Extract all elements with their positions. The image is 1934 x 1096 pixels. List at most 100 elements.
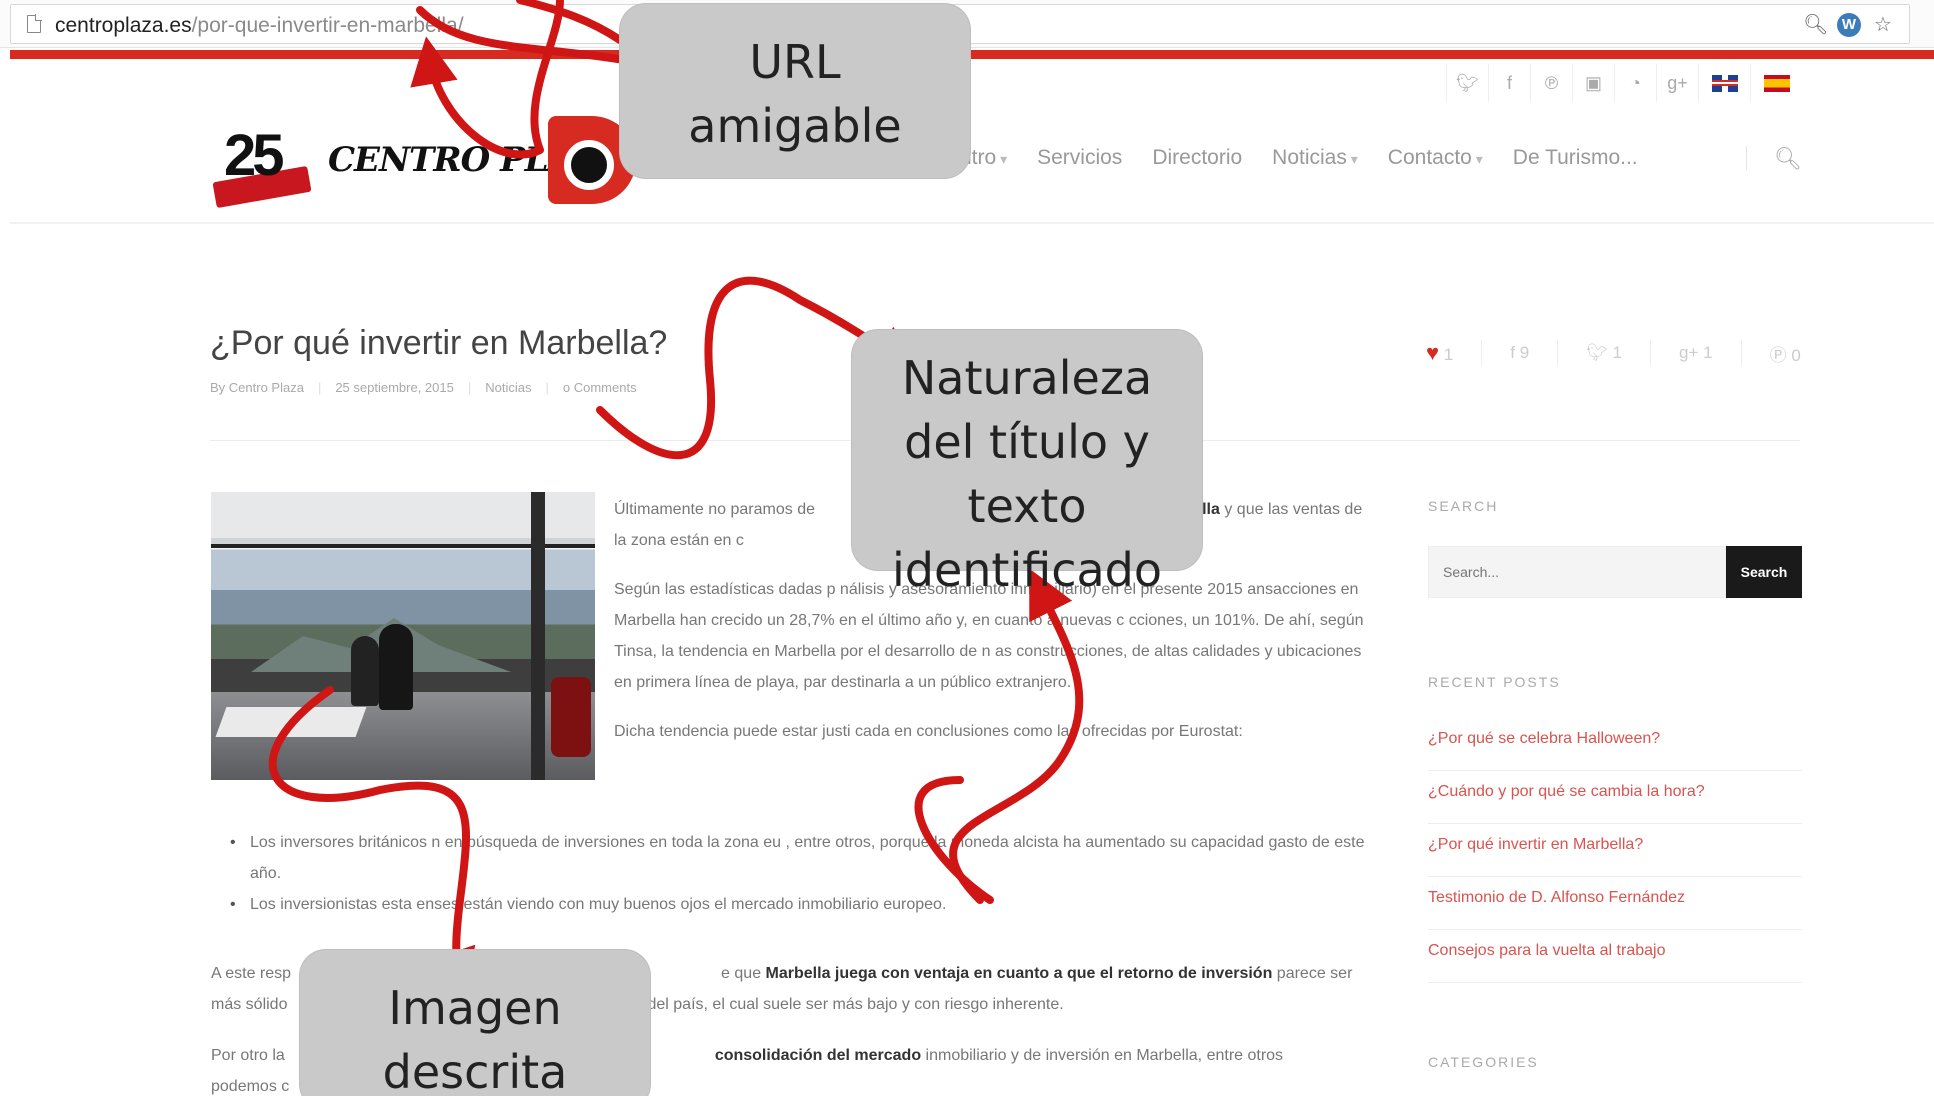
paragraph: Dicha tendencia puede estar justi cada e… bbox=[614, 723, 1243, 740]
categories-title: CATEGORIES bbox=[1428, 1054, 1539, 1070]
text: Últimamente no paramos de bbox=[614, 501, 815, 518]
callout-line: amigable bbox=[688, 99, 902, 153]
post-category[interactable]: Noticias bbox=[485, 380, 531, 395]
text: Por otro la bbox=[211, 1047, 285, 1064]
callout-line: Naturaleza bbox=[901, 351, 1153, 405]
twitter-icon: 🐦︎ bbox=[1586, 343, 1608, 362]
callout-line: URL bbox=[749, 35, 841, 89]
nav-separator bbox=[1746, 146, 1747, 170]
pinterest-count: 0 bbox=[1791, 345, 1801, 365]
image-person bbox=[351, 636, 379, 706]
share-bar: ♥ 1 f 9 🐦︎ 1 g+ 1 Ⓟ 0 bbox=[1426, 340, 1801, 366]
meta-separator: | bbox=[317, 380, 322, 395]
google-plus-count: 1 bbox=[1703, 343, 1713, 362]
nav-item-contacto[interactable]: Contacto bbox=[1388, 146, 1483, 170]
nav-item-directorio[interactable]: Directorio bbox=[1152, 146, 1242, 170]
recent-posts-list: ¿Por qué se celebra Halloween? ¿Cuándo y… bbox=[1428, 718, 1802, 983]
image-chair bbox=[551, 677, 591, 757]
text: del país, el cual suele ser más bajo y c… bbox=[647, 996, 1064, 1013]
bullet-list: Los inversores británicos n en búsqueda … bbox=[230, 827, 1370, 920]
uk-flag-button[interactable] bbox=[1698, 64, 1750, 102]
like-button[interactable]: ♥ 1 bbox=[1426, 340, 1453, 366]
callout-line: Imagen bbox=[388, 981, 562, 1035]
zoom-icon[interactable]: 🔍︎ bbox=[1803, 13, 1828, 37]
share-divider bbox=[1650, 340, 1651, 366]
spain-flag-icon bbox=[1763, 74, 1790, 92]
main-nav: ntro Servicios Directorio Noticias Conta… bbox=[960, 146, 1638, 170]
youtube-icon[interactable]: ▣ bbox=[1572, 64, 1614, 102]
image-table bbox=[215, 707, 367, 737]
meta-separator: | bbox=[467, 380, 472, 395]
post-comments[interactable]: o Comments bbox=[563, 380, 637, 395]
heart-icon: ♥ bbox=[1426, 340, 1440, 365]
recent-post-link[interactable]: ¿Cuándo y por qué se cambia la hora? bbox=[1428, 771, 1802, 824]
header-red-line bbox=[10, 50, 1934, 59]
pinterest-icon: Ⓟ bbox=[1769, 345, 1787, 365]
google-plus-share[interactable]: g+ 1 bbox=[1679, 343, 1713, 363]
post-title: ¿Por qué invertir en Marbella? bbox=[210, 324, 668, 362]
text: podemos c bbox=[211, 1078, 290, 1095]
logo-badge: 25 bbox=[212, 116, 314, 210]
nav-item-turismo[interactable]: De Turismo... bbox=[1513, 146, 1638, 170]
callout-line: del título y bbox=[904, 415, 1150, 469]
facebook-share[interactable]: f 9 bbox=[1510, 343, 1529, 363]
site-logo[interactable]: 25 CENTRO PLAZA bbox=[208, 112, 638, 212]
post-author[interactable]: By Centro Plaza bbox=[210, 380, 304, 395]
recent-post-link[interactable]: ¿Por qué invertir en Marbella? bbox=[1428, 824, 1802, 877]
share-divider bbox=[1740, 340, 1742, 366]
rss-icon[interactable]: ◔ bbox=[1614, 64, 1656, 102]
page-icon bbox=[27, 14, 42, 33]
search-button[interactable]: Search bbox=[1726, 546, 1802, 598]
browser-icons: 🔍︎ W ☆ bbox=[1803, 13, 1895, 37]
callout-url: URL amigable bbox=[620, 4, 970, 178]
search-widget-title: SEARCH bbox=[1428, 498, 1499, 514]
like-count: 1 bbox=[1443, 345, 1454, 364]
post-featured-image bbox=[211, 492, 595, 780]
search-input[interactable] bbox=[1428, 546, 1726, 598]
recent-post-link[interactable]: Testimonio de D. Alfonso Fernández bbox=[1428, 877, 1802, 930]
text: A este resp bbox=[211, 965, 292, 982]
facebook-count: 9 bbox=[1519, 343, 1530, 362]
search-icon[interactable]: 🔍︎ bbox=[1774, 146, 1802, 172]
callout-line: texto bbox=[967, 479, 1087, 533]
twitter-icon[interactable]: 🐦︎ bbox=[1446, 64, 1488, 102]
text: e que bbox=[721, 965, 762, 982]
url-text[interactable]: centroplaza.es/por-que-invertir-en-marbe… bbox=[55, 14, 464, 38]
star-icon[interactable]: ☆ bbox=[1871, 13, 1895, 37]
facebook-icon: f bbox=[1510, 343, 1515, 362]
list-item: Los inversores británicos n en búsqueda … bbox=[230, 827, 1370, 889]
text: inmobiliario y de inversión en Marbella,… bbox=[925, 1047, 1284, 1064]
url-domain: centroplaza.es bbox=[55, 14, 192, 37]
recent-posts-title: RECENT POSTS bbox=[1428, 674, 1561, 690]
post-date: 25 septiembre, 2015 bbox=[335, 380, 454, 395]
google-plus-icon[interactable]: g+ bbox=[1656, 64, 1698, 102]
header-divider bbox=[10, 222, 1934, 224]
twitter-count: 1 bbox=[1612, 343, 1622, 362]
post-meta: By Centro Plaza | 25 septiembre, 2015 | … bbox=[210, 380, 637, 395]
recent-post-link[interactable]: ¿Por qué se celebra Halloween? bbox=[1428, 718, 1802, 771]
nav-item-noticias[interactable]: Noticias bbox=[1272, 146, 1358, 170]
list-item: Los inversionistas esta enses están vien… bbox=[230, 889, 1370, 920]
url-path: /por-que-invertir-en-marbella/ bbox=[191, 14, 464, 37]
recent-post-link[interactable]: Consejos para la vuelta al trabajo bbox=[1428, 930, 1802, 983]
bold-text: consolidación del mercado bbox=[714, 1047, 922, 1064]
google-plus-icon: g+ bbox=[1679, 343, 1699, 362]
pinterest-share[interactable]: Ⓟ 0 bbox=[1770, 341, 1801, 366]
bold-text: Marbella juega con ventaja en cuanto a q… bbox=[765, 965, 1273, 982]
logo-number: 25 bbox=[224, 123, 284, 188]
facebook-icon[interactable]: f bbox=[1488, 64, 1530, 102]
meta-separator: | bbox=[545, 380, 549, 395]
callout-image: Imagen descrita bbox=[300, 950, 650, 1096]
spain-flag-button[interactable] bbox=[1750, 64, 1802, 102]
share-divider bbox=[1557, 340, 1559, 366]
nav-item-servicios[interactable]: Servicios bbox=[1037, 146, 1122, 170]
callout-line: identificado bbox=[891, 543, 1163, 597]
image-pillar bbox=[531, 492, 545, 780]
image-person bbox=[379, 624, 413, 710]
callout-line: descrita bbox=[382, 1045, 568, 1096]
share-divider bbox=[1481, 340, 1483, 366]
callout-title: Naturaleza del título y texto identifica… bbox=[852, 330, 1202, 597]
pinterest-icon[interactable]: ℗ bbox=[1530, 64, 1572, 102]
twitter-share[interactable]: 🐦︎ 1 bbox=[1586, 343, 1622, 363]
wordpress-icon[interactable]: W bbox=[1837, 13, 1861, 37]
